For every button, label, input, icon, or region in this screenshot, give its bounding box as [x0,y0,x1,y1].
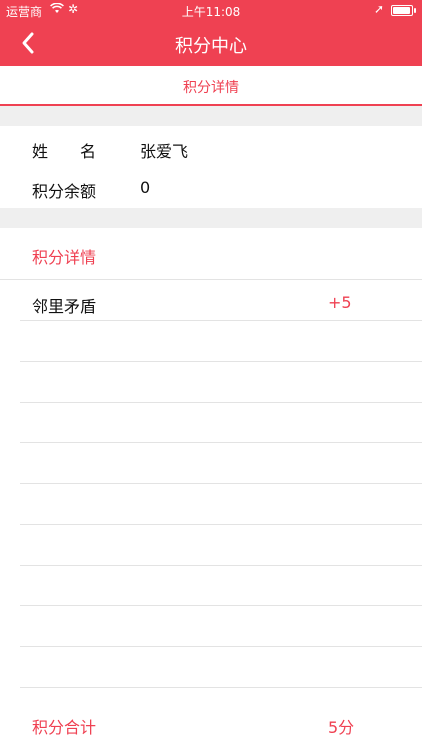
location-arrow-icon: ➚ [374,2,385,16]
balance-row: 积分余额 0 [0,166,422,208]
row-divider [20,442,422,443]
tab-label: 积分详情 [183,80,239,96]
name-value: 张爱飞 [140,142,189,161]
row-divider [20,524,422,525]
row-divider [20,565,422,566]
header: 运营商 ✲ 上午11:08 ➚ 积分中心 [0,0,422,66]
section-divider [0,208,422,228]
divider [0,279,422,280]
row-divider [20,605,422,606]
total-value: 5分 [328,718,355,737]
nav-bar: 积分中心 [0,20,422,66]
item-name: 邻里矛盾 [32,297,97,316]
name-label: 姓 名 [32,142,97,161]
details-title: 积分详情 [32,248,97,267]
status-bar: 运营商 ✲ 上午11:08 ➚ [0,0,422,20]
list-item: 邻里矛盾 +5 [0,283,422,323]
battery-icon [391,5,416,16]
balance-label: 积分余额 [32,182,97,201]
battery-level [393,7,410,14]
tab-points-detail[interactable]: 积分详情 [0,66,422,106]
row-divider [20,361,422,362]
balance-value: 0 [140,178,151,197]
row-divider [20,687,422,688]
page-title: 积分中心 [175,36,247,57]
item-points: +5 [328,293,352,312]
row-divider [20,483,422,484]
section-divider [0,106,422,126]
row-divider [20,646,422,647]
row-divider [20,402,422,403]
name-row: 姓 名 张爱飞 [0,126,422,168]
total-label: 积分合计 [32,718,97,737]
total-row: 积分合计 5分 [0,700,422,750]
clock: 上午11:08 [181,5,241,19]
row-divider [20,320,422,321]
